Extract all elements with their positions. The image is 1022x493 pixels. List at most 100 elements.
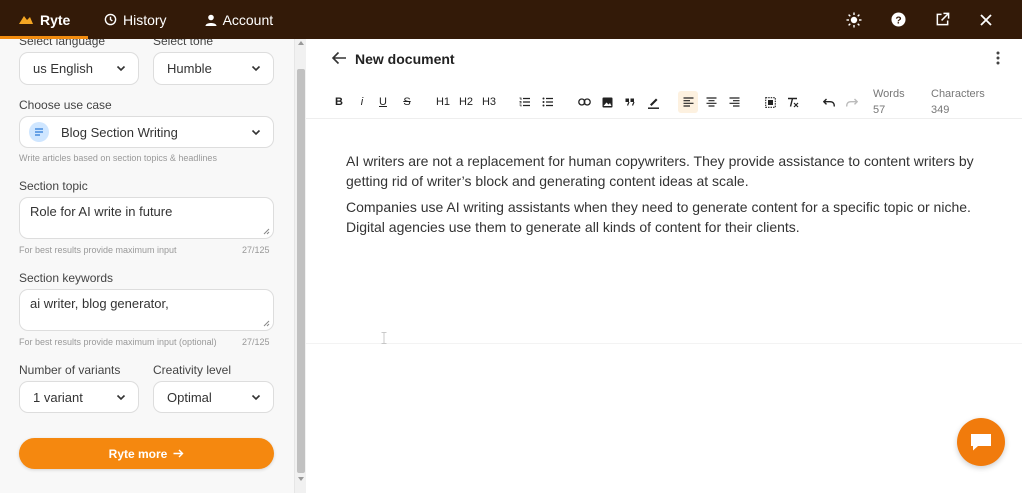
select-all-button[interactable] [761, 91, 779, 113]
underline-button[interactable]: U [374, 91, 392, 113]
italic-label: i [360, 96, 364, 108]
ryte-more-button[interactable]: Ryte more [19, 438, 274, 469]
document-header: New document [306, 39, 1022, 79]
resize-handle-icon[interactable] [263, 320, 270, 327]
underline-label: U [379, 96, 387, 108]
nav-history[interactable]: History [104, 0, 167, 39]
back-arrow-icon[interactable] [331, 51, 347, 65]
language-select[interactable]: us English [19, 52, 139, 85]
heading3-label: H3 [481, 96, 497, 108]
ryte-more-label: Ryte more [108, 446, 168, 461]
keywords-value: ai writer, blog generator, [30, 296, 169, 311]
highlight-button[interactable] [644, 91, 662, 113]
chevron-down-icon [116, 394, 126, 401]
usecase-label: Choose use case [19, 98, 112, 112]
redo-button[interactable] [843, 91, 861, 113]
scrollbar-thumb[interactable] [297, 69, 305, 473]
clear-format-button[interactable] [784, 91, 802, 113]
tone-select[interactable]: Humble [153, 52, 274, 85]
topbar-actions: ? [832, 0, 1008, 39]
words-label: Words [873, 88, 905, 100]
variants-select[interactable]: 1 variant [19, 381, 139, 413]
chat-support-button[interactable] [957, 418, 1005, 466]
heading1-label: H1 [435, 96, 451, 108]
document-content[interactable]: AI writers are not a replacement for hum… [346, 152, 986, 244]
ryte-logo-icon [19, 15, 33, 24]
heading2-label: H2 [458, 96, 474, 108]
strikethrough-button[interactable]: S [398, 91, 416, 113]
scroll-down-arrow-icon[interactable] [298, 477, 304, 481]
close-button[interactable] [964, 0, 1008, 39]
characters-count: 349 [931, 104, 950, 116]
align-left-icon [683, 97, 693, 107]
chevron-down-icon [251, 129, 261, 136]
undo-icon [823, 98, 835, 107]
bullet-list-button[interactable] [539, 91, 557, 113]
bullet-list-icon [542, 97, 553, 107]
image-icon [602, 97, 612, 107]
document-editor: New document B i U S H1 H2 H3 Words 57 C… [306, 39, 1022, 493]
nav-brand-ryte[interactable]: Ryte [0, 0, 88, 39]
usecase-select[interactable]: Blog Section Writing [19, 116, 274, 148]
resize-handle-icon[interactable] [263, 228, 270, 235]
creativity-select[interactable]: Optimal [153, 381, 274, 413]
svg-text:?: ? [895, 15, 901, 26]
link-button[interactable] [575, 91, 593, 113]
strikethrough-label: S [403, 96, 411, 108]
chevron-down-icon [251, 65, 261, 72]
more-options-icon[interactable] [996, 51, 1000, 65]
nav-account[interactable]: Account [205, 0, 274, 39]
link-icon [577, 98, 591, 106]
document-lines-icon [29, 122, 49, 142]
chevron-down-icon [116, 65, 126, 72]
undo-button[interactable] [820, 91, 838, 113]
sidebar-scrollbar[interactable] [294, 39, 306, 493]
creativity-label: Creativity level [153, 363, 232, 377]
topic-hint: For best results provide maximum input [19, 245, 177, 255]
paragraph[interactable]: AI writers are not a replacement for hum… [346, 152, 986, 191]
image-button[interactable] [598, 91, 616, 113]
select-box-icon [764, 96, 776, 108]
scroll-up-arrow-icon[interactable] [298, 41, 304, 45]
paragraph[interactable]: Companies use AI writing assistants when… [346, 198, 986, 237]
align-left-button[interactable] [678, 91, 698, 113]
quote-icon [625, 98, 635, 106]
user-icon [205, 14, 217, 26]
close-icon [980, 13, 992, 26]
ordered-list-button[interactable] [516, 91, 534, 113]
top-navigation-bar: Ryte History Account ? [0, 0, 1022, 39]
nav-account-label: Account [222, 11, 274, 28]
words-count: 57 [873, 104, 886, 116]
redo-icon [846, 98, 858, 107]
quote-button[interactable] [621, 91, 639, 113]
topic-char-count: 27/125 [242, 245, 270, 255]
heading1-button[interactable]: H1 [434, 91, 452, 113]
keywords-hint: For best results provide maximum input (… [19, 337, 217, 347]
align-center-button[interactable] [702, 91, 720, 113]
creativity-value: Optimal [167, 389, 212, 405]
align-center-icon [706, 97, 716, 107]
text-cursor-icon [381, 332, 387, 344]
nav-brand-label: Ryte [40, 11, 71, 28]
clear-format-icon [788, 97, 799, 107]
formatting-toolbar: B i U S H1 H2 H3 Words 57 Characters 349 [306, 85, 1022, 119]
ordered-list-icon [519, 97, 530, 107]
keywords-label: Section keywords [19, 271, 114, 285]
topic-label: Section topic [19, 179, 88, 193]
usecase-hint: Write articles based on section topics &… [19, 153, 217, 163]
tone-value: Humble [167, 61, 212, 76]
help-button[interactable]: ? [876, 0, 920, 39]
italic-button[interactable]: i [353, 91, 371, 113]
bold-button[interactable]: B [330, 91, 348, 113]
keywords-textarea[interactable]: ai writer, blog generator, [19, 289, 274, 331]
nav-history-label: History [123, 11, 167, 28]
chat-icon [971, 434, 991, 451]
keywords-char-count: 27/125 [242, 337, 270, 347]
align-right-button[interactable] [725, 91, 743, 113]
topic-textarea[interactable]: Role for AI write in future [19, 197, 274, 239]
heading2-button[interactable]: H2 [457, 91, 475, 113]
external-link-icon [936, 12, 949, 26]
open-external-button[interactable] [920, 0, 964, 39]
theme-toggle-button[interactable] [832, 0, 876, 39]
heading3-button[interactable]: H3 [480, 91, 498, 113]
